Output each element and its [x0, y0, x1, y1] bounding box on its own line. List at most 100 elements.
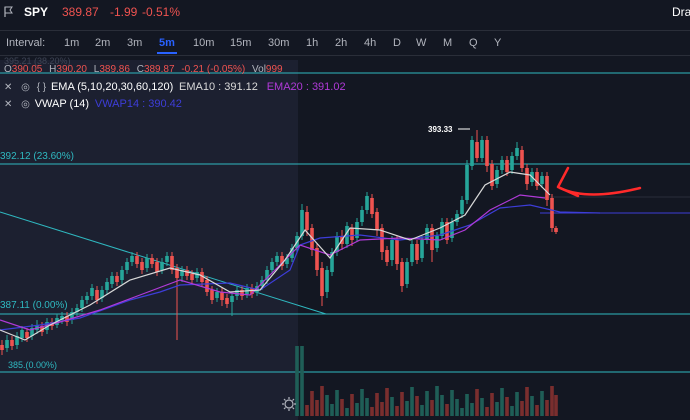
- volume-bar: [360, 389, 364, 416]
- candle-body: [375, 212, 379, 230]
- interval-1m[interactable]: 1m: [64, 37, 79, 49]
- eye-icon[interactable]: ◎: [21, 82, 30, 93]
- interval-1h[interactable]: 1h: [306, 37, 318, 49]
- interval-q[interactable]: Q: [469, 37, 478, 49]
- interval-y[interactable]: Y: [494, 37, 501, 49]
- volume-bar: [335, 390, 339, 416]
- volume-label: Vol: [252, 64, 266, 75]
- candle-body: [510, 156, 514, 170]
- candle-body: [390, 240, 394, 260]
- vwap-indicator-legend[interactable]: ✕ ◎ VWAP (14) VWAP14 : 390.42: [4, 98, 182, 110]
- candle-body: [20, 330, 24, 338]
- candle-body: [435, 236, 439, 248]
- price-chart[interactable]: 393.33 392.12 (23.60%) 387.11 (0.00%) 38…: [0, 60, 690, 420]
- interval-m[interactable]: M: [443, 37, 452, 49]
- volume-bar: [395, 406, 399, 416]
- close-value: 389.87: [143, 64, 175, 75]
- volume-bar: [415, 396, 419, 416]
- interval-toolbar: Interval: 1m 2m 3m 5m 10m 15m 30m 1h 2h …: [0, 30, 690, 56]
- volume-bar: [495, 402, 499, 416]
- candle-body: [125, 262, 129, 270]
- volume-bar: [385, 388, 389, 416]
- symbol-name[interactable]: SPY: [24, 5, 48, 19]
- volume-bar: [490, 393, 494, 416]
- volume-bar: [485, 407, 489, 416]
- ema10-value: EMA10 : 391.12: [179, 81, 258, 93]
- candle-body: [420, 240, 424, 258]
- volume-bar: [525, 387, 529, 416]
- candle-body: [370, 198, 374, 214]
- volume-bar: [400, 392, 404, 416]
- high-marker-label: 393.33: [428, 125, 453, 134]
- eye-icon[interactable]: ◎: [21, 99, 30, 110]
- candle-body: [80, 300, 84, 308]
- volume-bar: [345, 408, 349, 416]
- interval-4h[interactable]: 4h: [364, 37, 376, 49]
- interval-w[interactable]: W: [416, 37, 426, 49]
- candle-body: [410, 244, 414, 262]
- volume-bar: [510, 406, 514, 416]
- volume-bar: [430, 400, 434, 416]
- draw-menu[interactable]: Dra: [672, 5, 690, 19]
- volume-bar: [500, 388, 504, 416]
- candle-body: [10, 340, 14, 346]
- interval-2m[interactable]: 2m: [95, 37, 110, 49]
- vwap-value: VWAP14 : 390.42: [94, 98, 182, 110]
- flag-icon[interactable]: [4, 6, 14, 18]
- candle-body: [25, 332, 29, 338]
- volume-bar: [470, 403, 474, 416]
- volume-bar: [375, 393, 379, 416]
- low-value: 389.86: [99, 64, 130, 75]
- candle-body: [140, 262, 144, 270]
- volume-bar: [450, 390, 454, 416]
- volume-bar: [545, 400, 549, 416]
- interval-30m[interactable]: 30m: [268, 37, 289, 49]
- volume-bar: [440, 395, 444, 416]
- interval-5m[interactable]: 5m: [159, 37, 175, 49]
- candle-body: [500, 160, 504, 170]
- candle-body: [520, 150, 524, 168]
- interval-3m[interactable]: 3m: [127, 37, 142, 49]
- candle-body: [325, 270, 329, 292]
- volume-bar: [295, 346, 299, 416]
- candle-body: [5, 340, 9, 348]
- ema-indicator-name[interactable]: EMA (5,10,20,30,60,120): [51, 81, 173, 93]
- candle-body: [275, 256, 279, 262]
- candle-body: [350, 228, 354, 240]
- candle-body: [395, 240, 399, 264]
- volume-bar: [405, 401, 409, 416]
- ema-indicator-legend[interactable]: ✕ ◎ { } EMA (5,10,20,30,60,120) EMA10 : …: [4, 81, 346, 93]
- candle-body: [90, 288, 94, 296]
- close-icon[interactable]: ✕: [4, 99, 12, 110]
- candle-body: [365, 196, 369, 210]
- vwap-indicator-name[interactable]: VWAP (14): [35, 98, 89, 110]
- candle-body: [515, 148, 519, 156]
- candle-body: [95, 290, 99, 300]
- high-value: 390.20: [56, 64, 87, 75]
- volume-bar: [350, 394, 354, 416]
- source-code-icon[interactable]: { }: [37, 82, 46, 93]
- candle-body: [360, 210, 364, 222]
- volume-bar: [435, 386, 439, 416]
- candle-body: [495, 170, 499, 184]
- volume-bar: [460, 408, 464, 416]
- candle-body: [554, 228, 558, 232]
- close-icon[interactable]: ✕: [4, 82, 12, 93]
- candle-body: [185, 270, 189, 276]
- volume-bar: [320, 386, 324, 416]
- ema20-value: EMA20 : 391.02: [266, 81, 346, 93]
- interval-d[interactable]: D: [393, 37, 401, 49]
- candle-body: [155, 262, 159, 272]
- interval-15m[interactable]: 15m: [230, 37, 251, 49]
- candle-body: [475, 142, 479, 158]
- volume-bar: [420, 405, 424, 416]
- interval-2h[interactable]: 2h: [335, 37, 347, 49]
- ohlc-legend: O390.05 H390.20 L389.86 C389.87 -0.21 (-…: [4, 64, 283, 75]
- price-change: -1.99: [110, 5, 138, 19]
- candle-body: [160, 262, 164, 270]
- volume-bar: [554, 395, 558, 416]
- volume-bar: [365, 398, 369, 416]
- volume-bar: [480, 398, 484, 416]
- interval-10m[interactable]: 10m: [193, 37, 214, 49]
- candle-body: [145, 258, 149, 268]
